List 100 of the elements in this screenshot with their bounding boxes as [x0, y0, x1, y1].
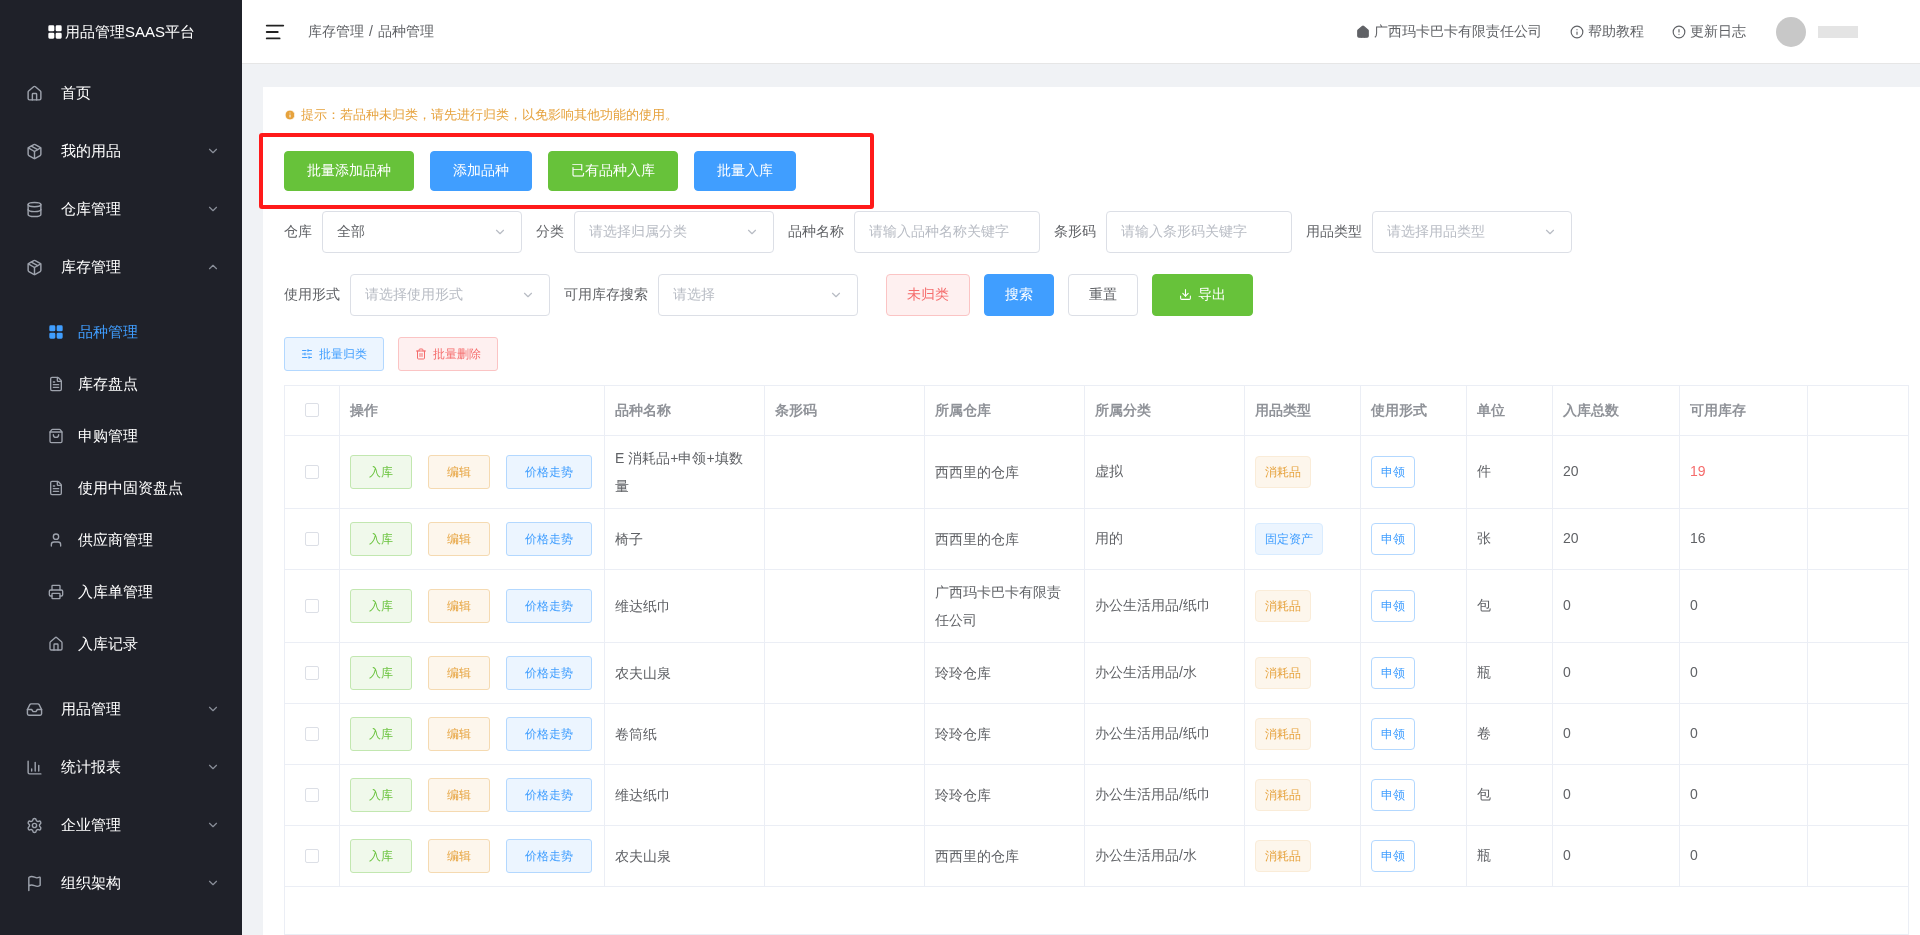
- action-button[interactable]: 已有品种入库: [548, 150, 678, 191]
- app-logo: 用品管理SAAS平台: [65, 21, 195, 42]
- type-tag: 消耗品: [1255, 589, 1311, 622]
- select-field[interactable]: 请选择用品类型: [1372, 210, 1572, 253]
- action-button[interactable]: 重置: [1068, 273, 1138, 316]
- input-field[interactable]: 请输入品种名称关键字: [854, 210, 1040, 253]
- action-button[interactable]: 未归类: [886, 273, 970, 316]
- menu-item[interactable]: 仓库管理: [0, 180, 242, 238]
- column-header: 品种名称: [615, 400, 671, 420]
- table-cell-text: 卷: [1477, 724, 1491, 743]
- checkbox[interactable]: [305, 464, 319, 479]
- row-action-button[interactable]: 入库: [350, 716, 412, 751]
- menu-item[interactable]: 企业管理: [0, 796, 242, 854]
- table-cell-text: 办公生活用品/纸巾: [1095, 724, 1211, 743]
- checkbox[interactable]: [305, 665, 319, 680]
- home-icon: [26, 84, 43, 102]
- action-button[interactable]: 批量添加品种: [284, 150, 414, 191]
- info-icon: [1570, 24, 1584, 39]
- action-button[interactable]: 批量入库: [694, 150, 796, 191]
- row-action-button[interactable]: 价格走势: [506, 655, 592, 690]
- row-action-button[interactable]: 入库: [350, 777, 412, 812]
- table-cell-text: 包: [1477, 785, 1491, 804]
- table-cell-text: 维达纸巾: [615, 596, 671, 616]
- checkbox[interactable]: [305, 848, 319, 863]
- checkbox[interactable]: [305, 598, 319, 613]
- table-cell-text: 20: [1563, 462, 1579, 481]
- menu-item[interactable]: 库存管理: [0, 238, 242, 296]
- menu-item[interactable]: 首页: [0, 64, 242, 122]
- notice-text: 提示：若品种未归类，请先进行归类，以免影响其他功能的使用。: [301, 106, 678, 124]
- export-button[interactable]: 导出: [1152, 273, 1253, 316]
- select-field[interactable]: 请选择使用形式: [350, 273, 550, 316]
- table-cell-text: 0: [1690, 785, 1698, 804]
- row-action-button[interactable]: 价格走势: [506, 838, 592, 873]
- table-cell-text: 办公生活用品/纸巾: [1095, 596, 1211, 615]
- gear-icon: [26, 816, 43, 834]
- row-action-button[interactable]: 编辑: [428, 521, 490, 556]
- submenu-item[interactable]: 品种管理: [0, 306, 242, 358]
- select-field[interactable]: 全部: [322, 210, 522, 253]
- table-cell-text: 维达纸巾: [615, 785, 671, 805]
- table-cell-text: 办公生活用品/纸巾: [1095, 785, 1211, 804]
- help-link[interactable]: 帮助教程: [1588, 21, 1644, 42]
- checkbox[interactable]: [305, 787, 319, 802]
- action-button[interactable]: 添加品种: [430, 150, 532, 191]
- select-field[interactable]: 请选择归属分类: [574, 210, 774, 253]
- row-action-button[interactable]: 编辑: [428, 454, 490, 489]
- table-cell-text: 0: [1690, 724, 1698, 743]
- table-cell-text: 0: [1563, 724, 1571, 743]
- company-link[interactable]: 广西玛卡巴卡有限责任公司: [1374, 21, 1542, 42]
- submenu-item[interactable]: 申购管理: [0, 410, 242, 462]
- row-action-button[interactable]: 入库: [350, 838, 412, 873]
- breadcrumb-item: 品种管理: [377, 22, 434, 41]
- row-action-button[interactable]: 入库: [350, 588, 412, 623]
- avatar[interactable]: [1776, 16, 1806, 47]
- row-action-button[interactable]: 编辑: [428, 777, 490, 812]
- box-icon: [26, 258, 43, 276]
- table-cell-text: 玲玲仓库: [935, 724, 991, 744]
- table-cell-text: 椅子: [615, 529, 643, 549]
- row-action-button[interactable]: 入库: [350, 521, 412, 556]
- flag-icon: [26, 874, 43, 892]
- row-action-button[interactable]: 编辑: [428, 838, 490, 873]
- action-button[interactable]: 搜索: [984, 273, 1054, 316]
- batch-button[interactable]: 批量归类: [284, 336, 384, 371]
- submenu-item[interactable]: 入库单管理: [0, 566, 242, 618]
- checkbox[interactable]: [305, 403, 319, 417]
- table-cell-text: 农夫山泉: [615, 846, 671, 866]
- input-field[interactable]: 请输入条形码关键字: [1106, 210, 1292, 253]
- alert-icon: [1672, 24, 1686, 39]
- batch-button[interactable]: 批量删除: [398, 336, 498, 371]
- home-icon: [48, 636, 64, 652]
- row-action-button[interactable]: 编辑: [428, 588, 490, 623]
- row-action-button[interactable]: 编辑: [428, 716, 490, 751]
- menu-item[interactable]: 统计报表: [0, 738, 242, 796]
- row-action-button[interactable]: 价格走势: [506, 588, 592, 623]
- submenu-item[interactable]: 入库记录: [0, 618, 242, 670]
- menu-item[interactable]: 组织架构: [0, 854, 242, 912]
- breadcrumb-item[interactable]: 库存管理: [308, 21, 364, 42]
- changelog-link[interactable]: 更新日志: [1690, 21, 1746, 42]
- row-action-button[interactable]: 价格走势: [506, 454, 592, 489]
- submenu-item[interactable]: 库存盘点: [0, 358, 242, 410]
- select-field[interactable]: 请选择: [658, 273, 858, 316]
- row-action-button[interactable]: 入库: [350, 454, 412, 489]
- bag-icon: [48, 428, 64, 444]
- row-action-button[interactable]: 入库: [350, 655, 412, 690]
- column-header: 单位: [1477, 400, 1505, 420]
- type-tag: 固定资产: [1255, 522, 1323, 555]
- submenu-item[interactable]: 供应商管理: [0, 514, 242, 566]
- row-action-button[interactable]: 价格走势: [506, 777, 592, 812]
- menu-item[interactable]: 我的用品: [0, 122, 242, 180]
- breadcrumb-separator: /: [369, 22, 373, 41]
- filter-label: 仓库: [284, 222, 312, 241]
- row-action-button[interactable]: 编辑: [428, 655, 490, 690]
- table-cell-text: 瓶: [1477, 663, 1491, 682]
- menu-item[interactable]: 用品管理: [0, 680, 242, 738]
- table-cell-text: 张: [1477, 529, 1491, 548]
- submenu-item[interactable]: 使用中固资盘点: [0, 462, 242, 514]
- row-action-button[interactable]: 价格走势: [506, 716, 592, 751]
- usage-tag: 申领: [1371, 589, 1415, 622]
- row-action-button[interactable]: 价格走势: [506, 521, 592, 556]
- checkbox[interactable]: [305, 531, 319, 546]
- checkbox[interactable]: [305, 726, 319, 741]
